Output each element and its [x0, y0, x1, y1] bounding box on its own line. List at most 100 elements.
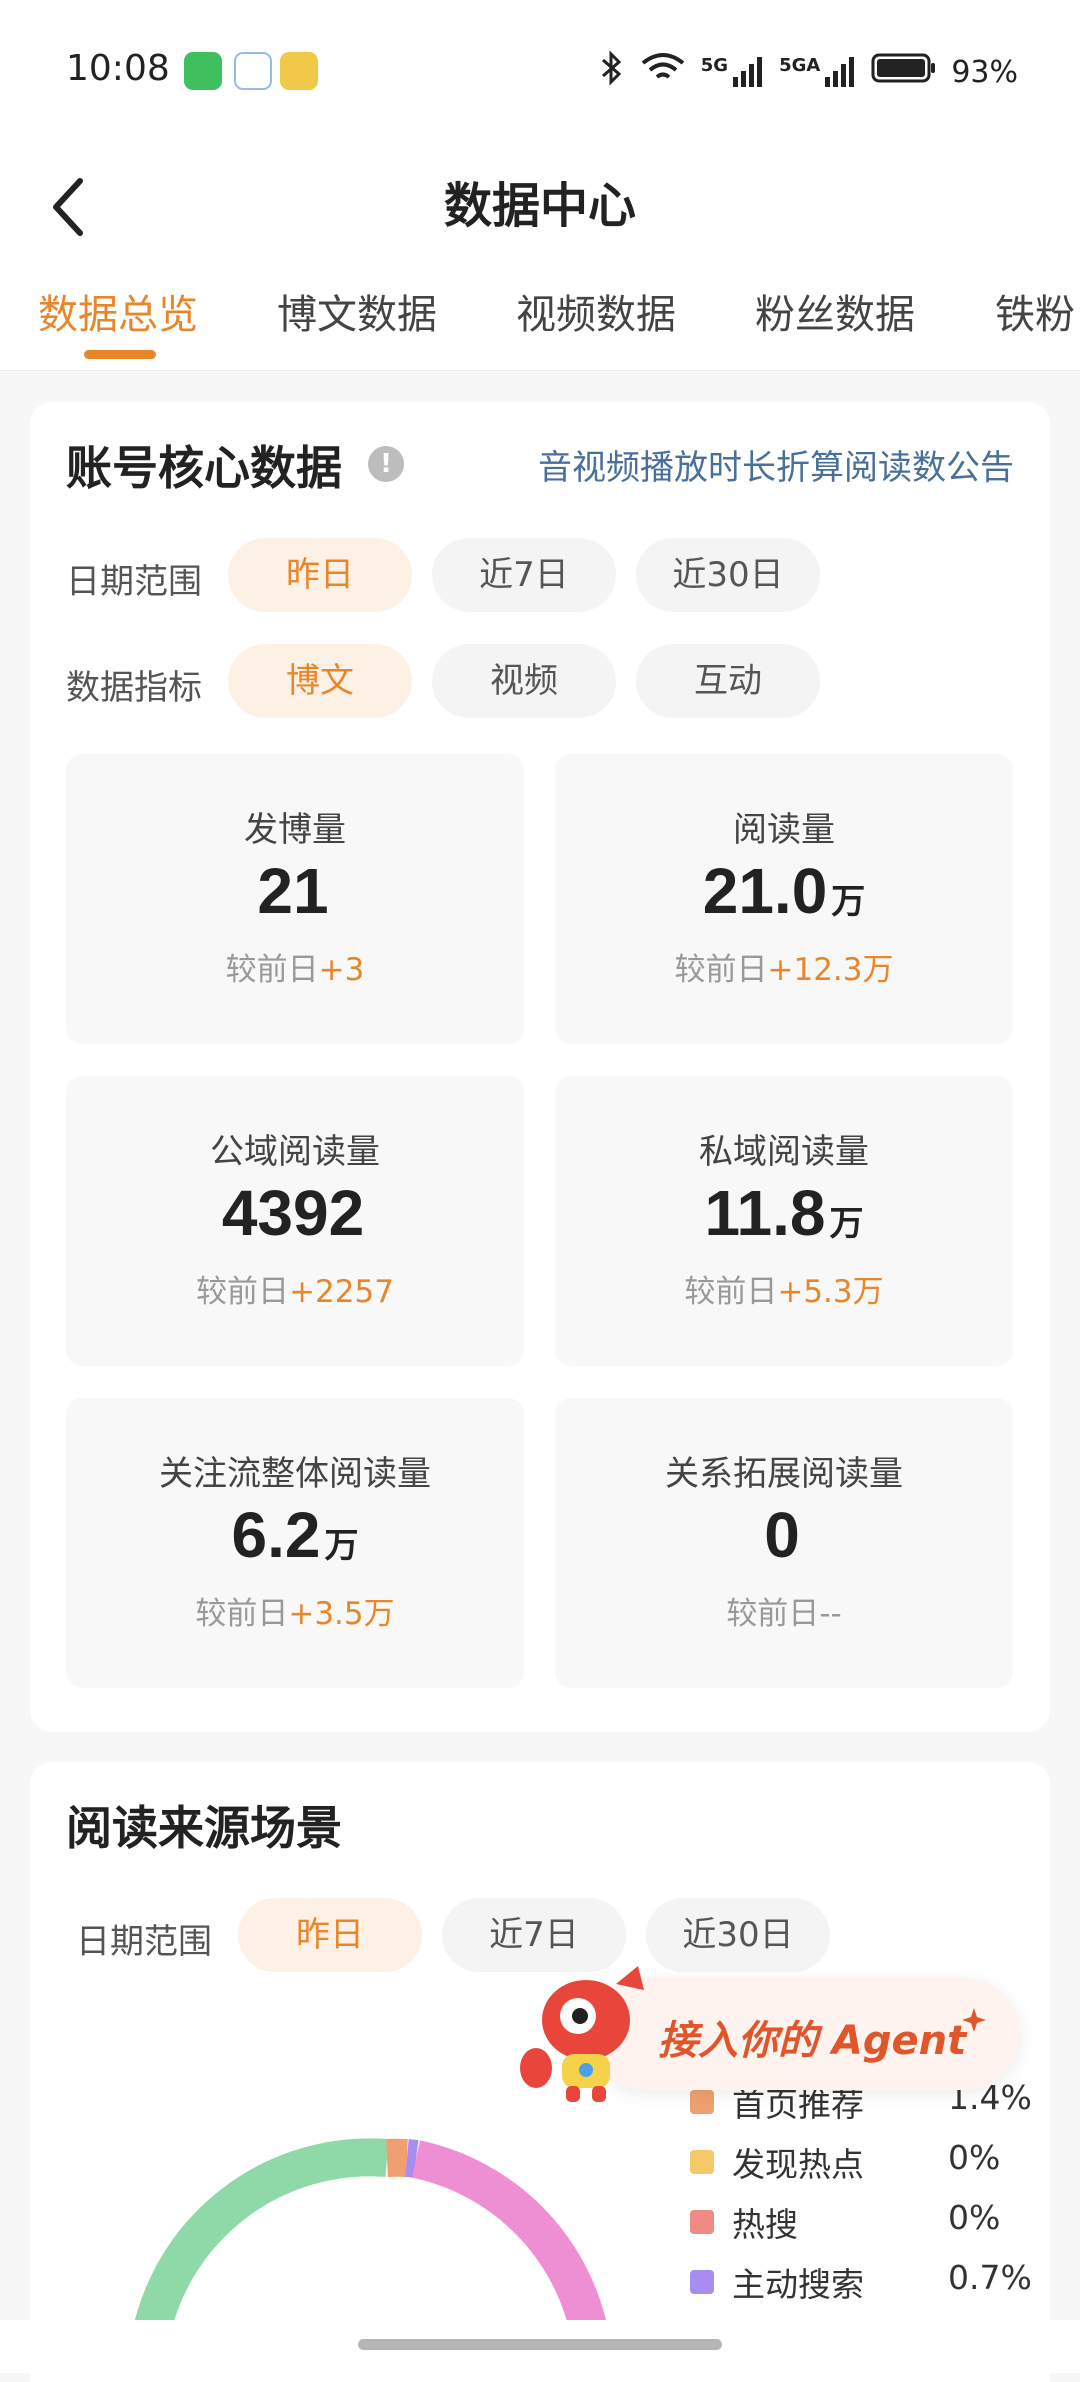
metric-number: 0 [764, 1499, 800, 1571]
info-icon[interactable]: ! [368, 446, 404, 482]
metric-value: 11.8万 [555, 1176, 1013, 1250]
metric-value: 21 [66, 854, 524, 928]
legend-percent: 0% [948, 2138, 1000, 2177]
metric-delta: +3 [319, 952, 365, 988]
metric-delta: +12.3万 [768, 952, 894, 988]
compare-prefix: 较前日 [196, 1274, 289, 1310]
signal-5g-label: 5G [701, 55, 728, 76]
read-source-title: 阅读来源场景 [66, 1792, 342, 1858]
tab-overview[interactable]: 数据总览 [38, 282, 198, 340]
donut-segment-green [146, 2157, 387, 2332]
legend-label: 主动搜索 [732, 2258, 864, 2306]
metric-title: 私域阅读量 [555, 1124, 1013, 1173]
navigation-bar: 数据中心 [0, 140, 1080, 290]
legend-percent: 0% [948, 2198, 1000, 2237]
compare-prefix: 较前日 [684, 1274, 777, 1310]
notice-link[interactable]: 音视频播放时长折算阅读数公告 [538, 440, 1014, 489]
home-indicator[interactable] [358, 2339, 722, 2350]
tab-videos[interactable]: 视频数据 [516, 282, 676, 340]
metric-option-interaction[interactable]: 互动 [636, 644, 820, 718]
date-option-30d[interactable]: 近30日 [636, 538, 820, 612]
date-option-7d[interactable]: 近7日 [432, 538, 616, 612]
tab-posts[interactable]: 博文数据 [277, 282, 437, 340]
metric-compare: 较前日+3.5万 [66, 1588, 524, 1633]
metric-value: 6.2万 [66, 1498, 524, 1572]
app-notification-icon [234, 52, 272, 90]
status-bar: 10:08 5G 5GA 93% [0, 0, 1080, 140]
metric-title: 关系拓展阅读量 [555, 1446, 1013, 1495]
source-date-option-30d[interactable]: 近30日 [646, 1898, 830, 1972]
battery-percent: 93% [951, 55, 1018, 90]
donut-segment-pink [416, 2159, 594, 2332]
signal-5ga-icon: 5GA [779, 55, 857, 89]
metric-unit: 万 [830, 1205, 864, 1243]
legend-swatch [690, 2150, 714, 2174]
metric-number: 21 [257, 855, 328, 927]
legend-label: 发现热点 [732, 2138, 864, 2186]
core-data-card: 账号核心数据 ! 音视频播放时长折算阅读数公告 日期范围 昨日 近7日 近30日… [30, 402, 1050, 1732]
read-source-donut-chart [90, 2132, 650, 2332]
metric-value: 0 [555, 1498, 1013, 1572]
metric-number: 4392 [222, 1177, 364, 1249]
wechat-icon [184, 52, 222, 90]
legend-swatch [690, 2090, 714, 2114]
legend-swatch [690, 2270, 714, 2294]
metric-title: 阅读量 [555, 802, 1013, 851]
status-time: 10:08 [66, 48, 170, 89]
mascot-icon [516, 1960, 656, 2110]
metric-compare: 较前日+3 [66, 944, 524, 989]
metric-card-reads[interactable]: 阅读量 21.0万 较前日+12.3万 [555, 754, 1013, 1044]
tab-bar: 数据总览 博文数据 视频数据 粉丝数据 铁粉 [0, 270, 1080, 371]
metric-card-relation-reads[interactable]: 关系拓展阅读量 0 较前日-- [555, 1398, 1013, 1688]
legend-item: 主动搜索 [690, 2258, 864, 2306]
metric-delta: +5.3万 [777, 1274, 883, 1310]
metric-value: 4392 [66, 1176, 524, 1250]
wifi-icon [639, 51, 687, 93]
metric-card-public-reads[interactable]: 公域阅读量 4392 较前日+2257 [66, 1076, 524, 1366]
donut-segment-purple [407, 2158, 416, 2159]
legend-swatch [690, 2210, 714, 2234]
metric-label: 数据指标 [66, 660, 202, 709]
tab-fans[interactable]: 粉丝数据 [755, 282, 915, 340]
compare-prefix: 较前日 [195, 1596, 288, 1632]
metric-title: 发博量 [66, 802, 524, 851]
legend-item: 热搜 [690, 2198, 798, 2246]
compare-prefix: 较前日 [226, 952, 319, 988]
metric-number: 6.2 [232, 1499, 321, 1571]
metric-compare: 较前日+12.3万 [555, 944, 1013, 989]
metric-compare: 较前日-- [555, 1588, 1013, 1633]
metric-title: 公域阅读量 [66, 1124, 524, 1173]
metric-title: 关注流整体阅读量 [66, 1446, 524, 1495]
active-tab-indicator [84, 350, 156, 359]
date-range-label: 日期范围 [66, 554, 202, 603]
source-date-range-label: 日期范围 [76, 1914, 212, 1963]
metric-card-posts[interactable]: 发博量 21 较前日+3 [66, 754, 524, 1044]
tab-iron-fans[interactable]: 铁粉 [995, 282, 1075, 340]
metric-delta: -- [819, 1596, 841, 1632]
battery-icon [871, 52, 937, 92]
status-right: 5G 5GA 93% [599, 50, 1018, 94]
signal-5g-icon: 5G [701, 55, 765, 89]
metric-value: 21.0万 [555, 854, 1013, 928]
date-option-yesterday[interactable]: 昨日 [228, 538, 412, 612]
legend-label: 热搜 [732, 2198, 798, 2246]
agent-label: 接入你的 Agent [658, 2008, 966, 2066]
metric-card-private-reads[interactable]: 私域阅读量 11.8万 较前日+5.3万 [555, 1076, 1013, 1366]
metric-unit: 万 [324, 1527, 358, 1565]
metric-delta: +3.5万 [288, 1596, 394, 1632]
compare-prefix: 较前日 [726, 1596, 819, 1632]
metric-unit: 万 [831, 883, 865, 921]
core-data-title: 账号核心数据 [66, 432, 342, 498]
metric-compare: 较前日+5.3万 [555, 1266, 1013, 1311]
page-title: 数据中心 [0, 166, 1080, 236]
compare-prefix: 较前日 [675, 952, 768, 988]
metric-option-posts[interactable]: 博文 [228, 644, 412, 718]
source-date-option-yesterday[interactable]: 昨日 [238, 1898, 422, 1972]
sparkle-icon [960, 2006, 988, 2034]
metric-delta: +2257 [289, 1274, 394, 1310]
metric-card-follow-feed-reads[interactable]: 关注流整体阅读量 6.2万 较前日+3.5万 [66, 1398, 524, 1688]
legend-percent: 0.7% [948, 2258, 1032, 2297]
metric-option-videos[interactable]: 视频 [432, 644, 616, 718]
metric-compare: 较前日+2257 [66, 1266, 524, 1311]
metric-number: 21.0 [703, 855, 828, 927]
